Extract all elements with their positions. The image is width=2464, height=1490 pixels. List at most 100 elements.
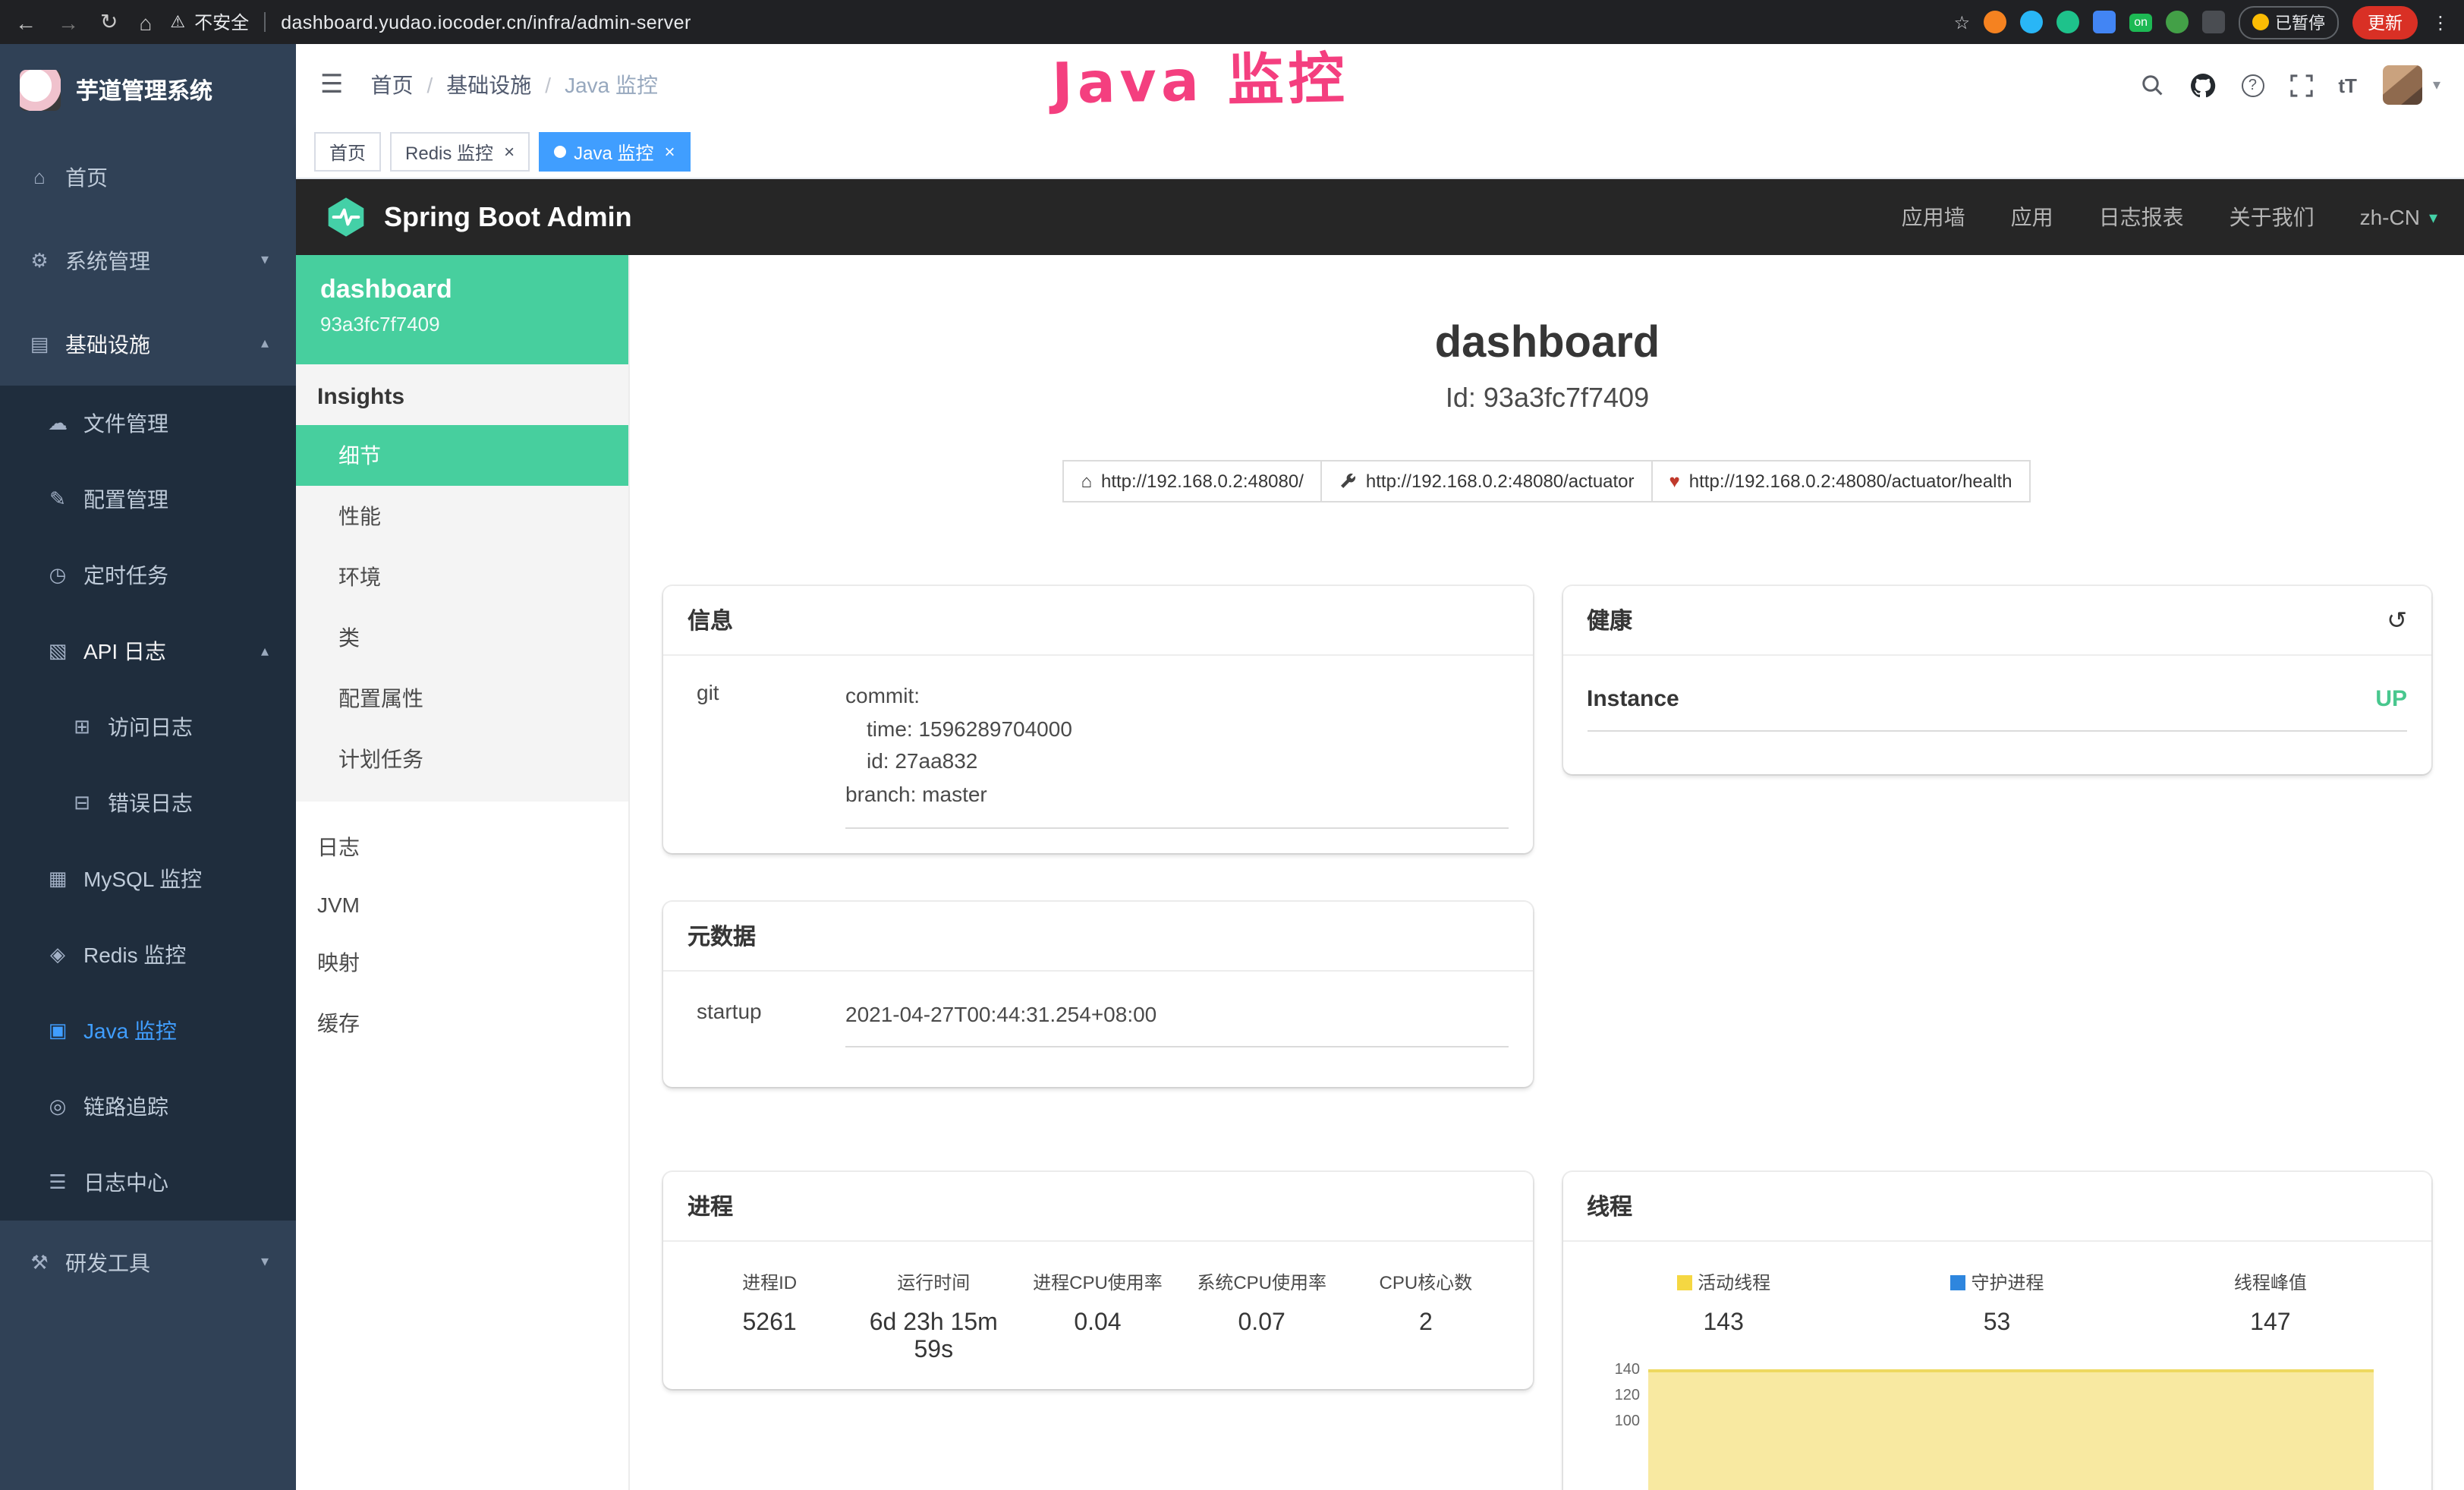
fullscreen-icon[interactable] <box>2289 74 2312 96</box>
sidebar-item-redis[interactable]: ◈ Redis 监控 <box>0 917 296 993</box>
legend-label: 活动线程 <box>1698 1270 1770 1296</box>
app-logo[interactable]: 芋道管理系统 <box>0 44 296 135</box>
paused-badge[interactable]: 已暂停 <box>2239 5 2339 39</box>
browser-actions: ☆ on 已暂停 更新 ⋮ <box>1954 5 2450 39</box>
instance-menu-metrics[interactable]: 性能 <box>296 486 628 547</box>
live-threads-swatch <box>1676 1275 1691 1290</box>
sba-nav-menu: 应用墙 应用 日志报表 关于我们 zh-CN ▾ <box>1902 202 2437 232</box>
sidebar-item-home[interactable]: ⌂ 首页 <box>0 135 296 219</box>
close-icon[interactable]: × <box>504 141 515 162</box>
address-bar[interactable]: ⚠ 不安全 dashboard.yudao.iocoder.cn/infra/a… <box>170 9 691 35</box>
search-icon[interactable] <box>2139 73 2163 97</box>
instance-details: dashboard Id: 93a3fc7f7409 ⌂ http://192.… <box>630 255 2464 1490</box>
git-commit-time: time: 1596289704000 <box>845 713 1508 745</box>
instance-menu-config-props[interactable]: 配置属性 <box>296 668 628 729</box>
font-size-icon[interactable]: tT <box>2338 74 2357 96</box>
breadcrumb: 首页 / 基础设施 / Java 监控 <box>371 70 659 100</box>
update-button[interactable]: 更新 <box>2352 5 2418 39</box>
sba-language-value: zh-CN <box>2360 205 2420 229</box>
user-avatar[interactable] <box>2383 65 2422 105</box>
sidebar-item-label: 系统管理 <box>65 245 150 276</box>
tab-redis-monitor[interactable]: Redis 监控 × <box>390 132 530 172</box>
help-icon[interactable]: ? <box>2241 74 2264 96</box>
extension-on-badge[interactable]: on <box>2129 13 2152 31</box>
instance-menu-details[interactable]: 细节 <box>296 425 628 486</box>
threads-card: 线程 活动线程 1 <box>1562 1173 2431 1490</box>
sidebar-item-infra[interactable]: ▤ 基础设施 ▴ <box>0 302 296 386</box>
sidebar-item-error-log[interactable]: ⊟ 错误日志 <box>0 765 296 841</box>
legend-value: 147 <box>2134 1311 2407 1338</box>
sidebar-item-jobs[interactable]: ◷ 定时任务 <box>0 537 296 613</box>
instance-header[interactable]: dashboard 93a3fc7f7409 <box>296 255 628 364</box>
breadcrumb-separator: / <box>427 73 433 97</box>
close-icon[interactable]: × <box>664 141 675 162</box>
sidebar-item-devtools[interactable]: ⚒ 研发工具 ▾ <box>0 1221 296 1304</box>
github-icon[interactable] <box>2189 72 2215 98</box>
sidebar-toggle-icon[interactable]: ☰ <box>320 70 344 100</box>
tab-home[interactable]: 首页 <box>314 132 381 172</box>
insecure-warning-icon[interactable]: ⚠ <box>170 12 185 32</box>
instance-menu-classes[interactable]: 类 <box>296 607 628 668</box>
avatar-caret-icon[interactable]: ▾ <box>2433 77 2440 93</box>
sba-title: Spring Boot Admin <box>384 201 632 233</box>
sidebar-submenu-infra: ☁ 文件管理 ✎ 配置管理 ◷ 定时任务 ▧ API 日志 ▴ ⊞ <box>0 386 296 1221</box>
toolbox-icon: ⚒ <box>27 1250 52 1274</box>
breadcrumb-home[interactable]: 首页 <box>371 70 414 100</box>
sidebar-item-label: 链路追踪 <box>83 1092 168 1122</box>
sidebar-item-trace[interactable]: ◎ 链路追踪 <box>0 1069 296 1145</box>
extension-icon-2[interactable] <box>2020 11 2043 33</box>
health-card-title: 健康 <box>1587 604 1632 636</box>
sidebar-item-mysql[interactable]: ▦ MySQL 监控 <box>0 841 296 917</box>
sidebar-item-java[interactable]: ▣ Java 监控 <box>0 993 296 1069</box>
tab-label: 首页 <box>329 139 366 165</box>
bookmark-star-icon[interactable]: ☆ <box>1954 11 1971 33</box>
extensions-puzzle-icon[interactable] <box>2202 11 2225 33</box>
tabs-bar: 首页 Redis 监控 × Java 监控 × <box>296 126 2464 179</box>
service-url-link[interactable]: ⌂ http://192.168.0.2:48080/ <box>1063 460 1322 502</box>
sidebar-item-api-log[interactable]: ▧ API 日志 ▴ <box>0 613 296 689</box>
sba-nav-journal[interactable]: 日志报表 <box>2099 202 2184 232</box>
instance-menu-mappings[interactable]: 映射 <box>296 932 628 993</box>
instance-menu-scheduled-tasks[interactable]: 计划任务 <box>296 729 628 789</box>
back-icon[interactable]: ← <box>15 10 36 34</box>
sidebar-item-access-log[interactable]: ⊞ 访问日志 <box>0 689 296 765</box>
sidebar-item-system[interactable]: ⚙ 系统管理 ▾ <box>0 219 296 302</box>
legend-value: 143 <box>1587 1311 1860 1338</box>
sba-nav-wallboard[interactable]: 应用墙 <box>1902 202 1965 232</box>
sidebar-item-log-center[interactable]: ☰ 日志中心 <box>0 1145 296 1221</box>
chevron-down-icon: ▾ <box>2429 207 2437 227</box>
instance-menu-environment[interactable]: 环境 <box>296 547 628 607</box>
browser-menu-icon[interactable]: ⋮ <box>2431 11 2450 33</box>
sba-nav-applications[interactable]: 应用 <box>2011 202 2053 232</box>
instance-menu-jvm[interactable]: JVM <box>296 877 628 932</box>
health-url-link[interactable]: ♥ http://192.168.0.2:48080/actuator/heal… <box>1651 460 2031 502</box>
breadcrumb-infra[interactable]: 基础设施 <box>446 70 531 100</box>
trace-icon: ◎ <box>46 1095 70 1119</box>
tab-label: Java 监控 <box>574 139 653 165</box>
instance-menu-caches[interactable]: 缓存 <box>296 993 628 1054</box>
sidebar-item-label: 访问日志 <box>108 712 193 742</box>
browser-nav: ← → ↻ ⌂ <box>15 9 152 35</box>
health-history-icon[interactable]: ↺ <box>2387 605 2407 635</box>
chevron-up-icon: ▴ <box>261 335 269 352</box>
forward-icon[interactable]: → <box>58 10 79 34</box>
cards-row-3: 进程 进程ID 5261 运行时间 <box>663 1173 2431 1490</box>
instance-menu-logs[interactable]: 日志 <box>296 817 628 877</box>
actuator-url-link[interactable]: http://192.168.0.2:48080/actuator <box>1320 460 1653 502</box>
sba-nav-about[interactable]: 关于我们 <box>2230 202 2315 232</box>
browser-home-icon[interactable]: ⌂ <box>139 10 152 34</box>
sidebar-item-label: 配置管理 <box>83 484 168 515</box>
tab-java-monitor[interactable]: Java 监控 × <box>539 132 690 172</box>
extension-icon-5[interactable] <box>2166 11 2189 33</box>
sidebar-item-config[interactable]: ✎ 配置管理 <box>0 461 296 537</box>
sidebar-item-files[interactable]: ☁ 文件管理 <box>0 386 296 461</box>
extension-icon-3[interactable] <box>2056 11 2079 33</box>
health-row-instance[interactable]: Instance UP <box>1587 686 2407 732</box>
sba-language-select[interactable]: zh-CN ▾ <box>2360 205 2437 229</box>
reload-icon[interactable]: ↻ <box>100 9 118 35</box>
git-branch: branch: master <box>845 779 1508 811</box>
url-text[interactable]: dashboard.yudao.iocoder.cn/infra/admin-s… <box>281 11 691 33</box>
extension-icon-4[interactable] <box>2093 11 2116 33</box>
extension-icon-1[interactable] <box>1984 11 2006 33</box>
instance-name: dashboard <box>320 275 604 305</box>
